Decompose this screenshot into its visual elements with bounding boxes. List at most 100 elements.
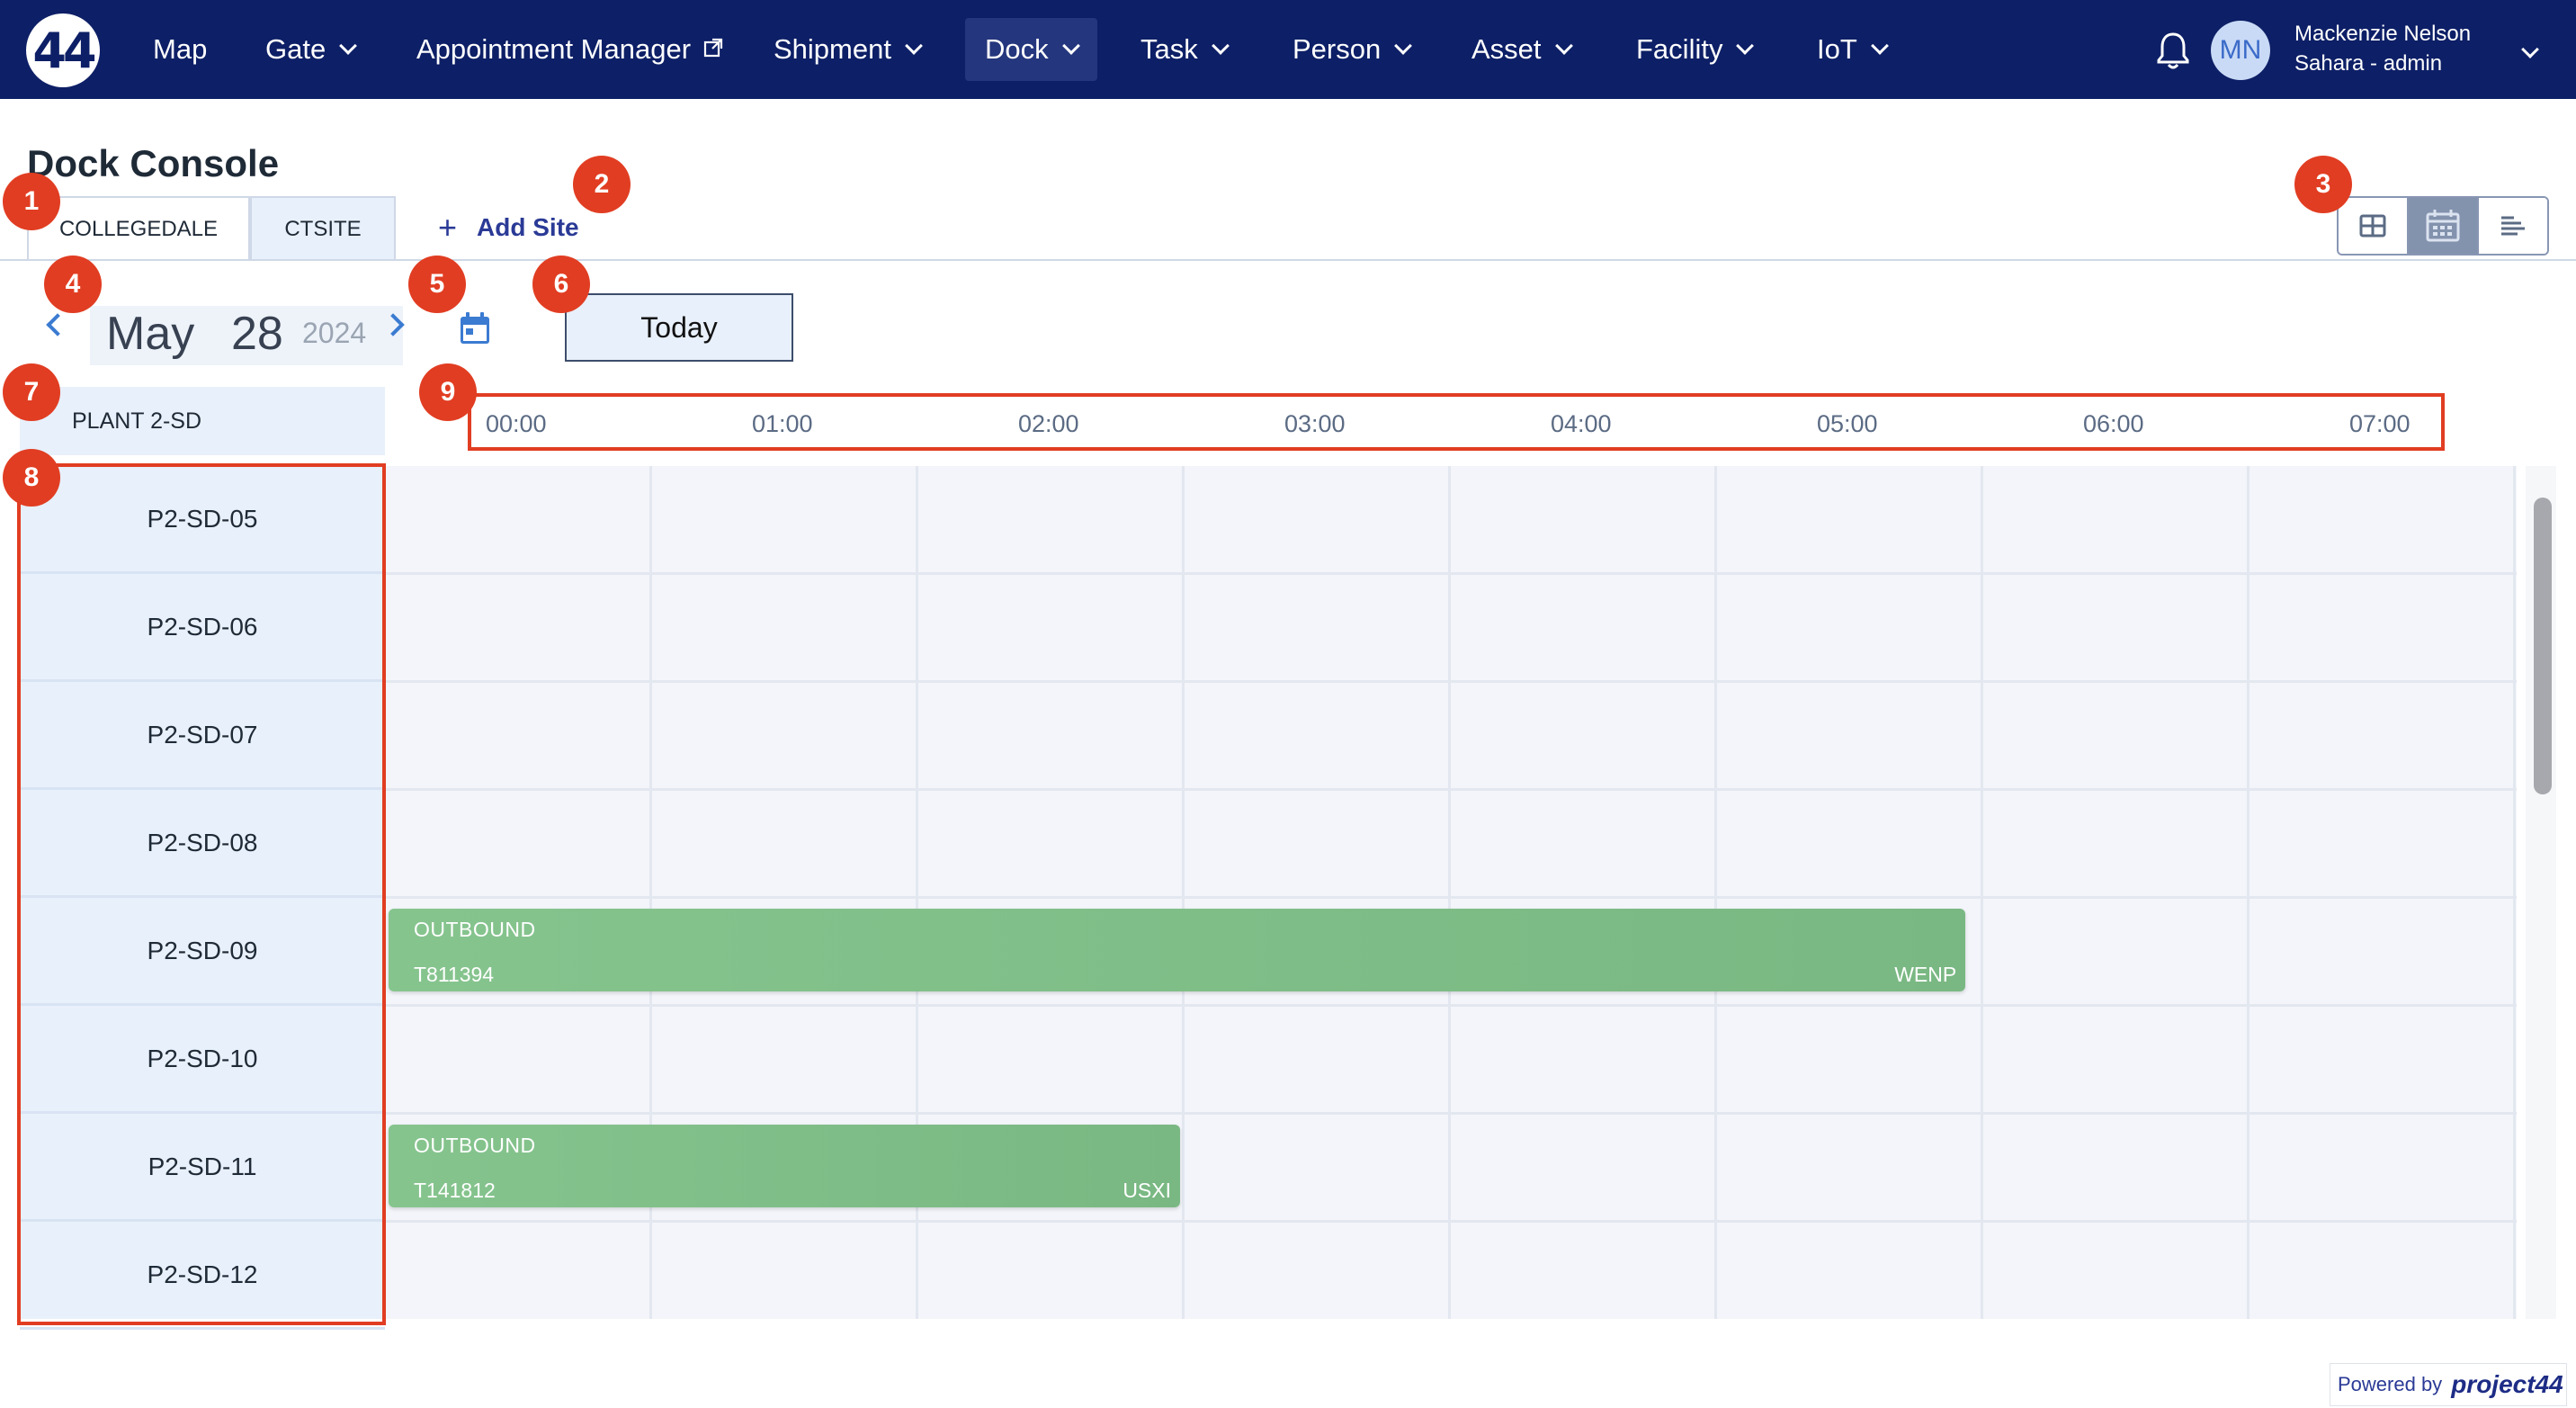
nav-item-label: Shipment — [774, 33, 891, 65]
time-label: 03:00 — [1284, 410, 1346, 437]
user-name: Mackenzie Nelson — [2294, 22, 2472, 46]
annotation-marker-6: 6 — [532, 256, 590, 313]
grid-row-line — [385, 1004, 2517, 1007]
bell-icon[interactable] — [2155, 31, 2191, 70]
appointment-block[interactable]: OUTBOUND T141812 USXI — [389, 1125, 1180, 1207]
annotation-marker-4: 4 — [44, 256, 102, 313]
annotation-marker-3: 3 — [2294, 156, 2352, 213]
view-mode-switch — [2337, 196, 2549, 256]
scrollbar-thumb[interactable] — [2534, 498, 2552, 794]
annotation-marker-8: 8 — [3, 449, 60, 507]
nav-item-iot[interactable]: IoT — [1797, 18, 1906, 81]
nav-item-asset[interactable]: Asset — [1452, 18, 1590, 81]
previous-day-chevron-icon[interactable] — [46, 313, 69, 336]
external-link-icon — [703, 38, 723, 58]
annotation-marker-9: 9 — [419, 363, 477, 421]
list-view-button[interactable] — [2479, 198, 2547, 254]
date-month: May — [106, 308, 195, 360]
nav-item-label: IoT — [1817, 33, 1857, 65]
grid-row-line — [385, 896, 2517, 899]
appointment-reference: T811394 — [414, 963, 495, 986]
add-site-label: Add Site — [477, 213, 579, 241]
grid-row-line — [385, 572, 2517, 575]
appointment-reference: T141812 — [414, 1179, 496, 1202]
schedule-grid[interactable]: OUTBOUND T811394 WENP OUTBOUND T141812 USXI — [385, 466, 2517, 1319]
annotation-marker-7: 7 — [3, 363, 60, 421]
nav-item-label: Gate — [265, 33, 326, 65]
powered-by-badge: Powered by project44 — [2330, 1363, 2567, 1406]
annotation-marker-2: 2 — [573, 156, 631, 213]
top-navbar: 44 Map Gate Appointment Manager Shipment… — [0, 0, 2576, 99]
annotation-marker-5: 5 — [408, 256, 466, 313]
grid-hour-line — [1448, 466, 1451, 1319]
today-button[interactable]: Today — [565, 293, 793, 362]
chevron-down-icon — [1736, 37, 1755, 55]
tab-label: COLLEGEDALE — [58, 217, 219, 241]
nav-item-label: Facility — [1636, 33, 1723, 65]
chevron-down-icon — [905, 37, 923, 55]
grid-hour-line — [1182, 466, 1185, 1319]
grid-view-icon — [2359, 214, 2386, 238]
today-label: Today — [640, 310, 718, 344]
chevron-down-icon — [1394, 37, 1413, 55]
grid-view-button[interactable] — [2339, 198, 2409, 254]
nav-item-facility[interactable]: Facility — [1616, 18, 1771, 81]
appointment-block[interactable]: OUTBOUND T811394 WENP — [389, 909, 1966, 991]
nav-item-task[interactable]: Task — [1121, 18, 1247, 81]
nav-item-appointment-manager[interactable]: Appointment Manager — [397, 18, 743, 81]
powered-by-text: Powered by — [2338, 1373, 2443, 1395]
appointment-carrier: WENP — [1894, 963, 1957, 986]
calendar-picker-icon[interactable] — [455, 309, 495, 348]
calendar-view-button[interactable] — [2409, 198, 2479, 254]
chevron-down-icon — [1870, 37, 1889, 55]
appointment-carrier: USXI — [1123, 1179, 1171, 1202]
nav-item-label: Dock — [985, 33, 1049, 65]
grid-row-line — [385, 1220, 2517, 1223]
time-label: 00:00 — [486, 410, 547, 437]
plus-icon: + — [438, 209, 458, 246]
user-role: Sahara - admin — [2294, 51, 2443, 76]
tab-collegedale[interactable]: COLLEGEDALE — [27, 196, 250, 261]
tab-label: CTSITE — [284, 217, 362, 241]
project44-logo[interactable]: 44 — [26, 13, 100, 87]
tab-divider — [0, 259, 2576, 261]
nav-item-label: Asset — [1471, 33, 1542, 65]
nav-item-label: Appointment Manager — [416, 33, 692, 65]
time-label: 06:00 — [2083, 410, 2144, 437]
chevron-down-icon — [1211, 37, 1230, 55]
appointment-direction: OUTBOUND — [414, 1134, 536, 1157]
nav-item-label: Map — [153, 33, 208, 65]
project44-wordmark: project44 — [2451, 1370, 2563, 1398]
grid-hour-line — [2513, 466, 2516, 1319]
avatar[interactable]: MN — [2211, 21, 2270, 80]
time-label: 05:00 — [1817, 410, 1878, 437]
time-label: 07:00 — [2349, 410, 2411, 437]
chevron-down-icon — [1554, 37, 1573, 55]
nav-item-dock[interactable]: Dock — [965, 18, 1097, 81]
tab-ctsite[interactable]: CTSITE — [250, 196, 396, 261]
grid-row-line — [385, 788, 2517, 791]
annotation-marker-1: 1 — [3, 173, 60, 230]
add-site-button[interactable]: + Add Site — [438, 209, 579, 247]
grid-hour-line — [1714, 466, 1717, 1319]
user-menu-chevron-icon[interactable] — [2521, 40, 2539, 58]
calendar-view-icon — [2426, 210, 2460, 242]
dock-list-highlight — [17, 463, 386, 1325]
time-label: 02:00 — [1018, 410, 1079, 437]
time-label: 04:00 — [1551, 410, 1612, 437]
dock-group-name: PLANT 2-SD — [72, 408, 202, 434]
nav-item-map[interactable]: Map — [133, 18, 227, 81]
nav-item-shipment[interactable]: Shipment — [754, 18, 940, 81]
nav-item-label: Task — [1140, 33, 1198, 65]
time-label: 01:00 — [752, 410, 813, 437]
nav-item-gate[interactable]: Gate — [246, 18, 374, 81]
list-view-icon — [2501, 216, 2525, 236]
nav-item-person[interactable]: Person — [1273, 18, 1429, 81]
dock-group-label: PLANT 2-SD — [20, 387, 385, 455]
date-day: 28 — [231, 308, 283, 360]
grid-hour-line — [2247, 466, 2250, 1319]
chevron-down-icon — [339, 37, 358, 55]
date-year: 2024 — [302, 317, 367, 349]
grid-row-line — [385, 1112, 2517, 1115]
nav-item-label: Person — [1292, 33, 1382, 65]
